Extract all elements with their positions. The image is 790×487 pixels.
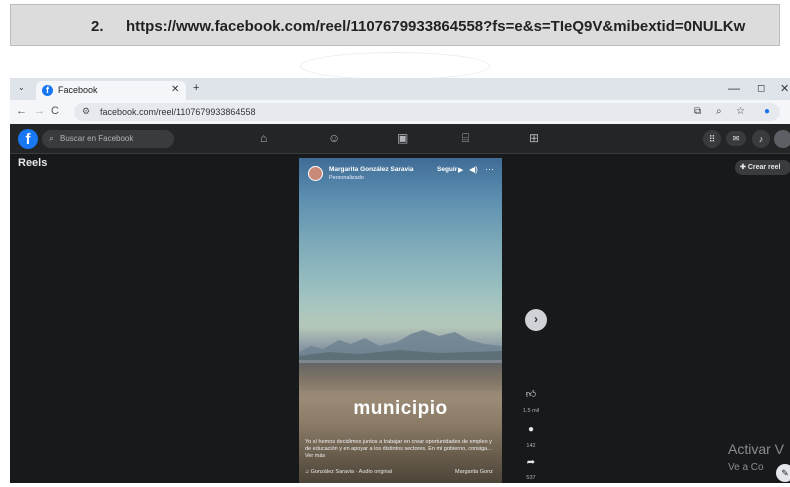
menu-grid-icon[interactable]: ⠿ <box>703 130 721 148</box>
cast-icon[interactable]: ⧉ <box>694 106 701 117</box>
reel-author-avatar[interactable] <box>308 166 323 181</box>
reel-audio[interactable]: ♫ González Saravia · Audio original Marga… <box>305 469 500 475</box>
like-icon[interactable]: 👍︎ <box>522 388 540 402</box>
screenshot-page: 2. https://www.facebook.com/reel/1107679… <box>0 0 790 487</box>
reel-audio-label: González Saravia · Audio original <box>310 469 392 475</box>
windows-activation-title: Activar V <box>728 441 785 457</box>
minimize-button[interactable]: — <box>728 81 740 95</box>
tab-search-button[interactable]: ⌄ <box>18 83 25 92</box>
share-icon[interactable]: ➦ <box>522 457 540 471</box>
reels-heading: Reels <box>18 157 48 169</box>
follow-button[interactable]: Seguir <box>437 166 457 173</box>
site-info-icon[interactable]: ⚙ <box>82 106 90 117</box>
reel-overlay-text: municipio <box>353 398 448 419</box>
reel-caption: Yo sí hemos decidimos juntos a trabajar … <box>305 439 492 460</box>
volume-icon[interactable]: ◀) <box>469 165 478 174</box>
edit-icon[interactable]: ✎ <box>776 464 790 482</box>
comment-icon[interactable]: ● <box>522 424 540 438</box>
new-tab-button[interactable]: + <box>193 82 199 94</box>
caption-number: 2. <box>91 18 104 35</box>
reload-button[interactable]: C <box>51 105 59 117</box>
search-placeholder: Buscar en Facebook <box>60 134 134 143</box>
gaming-icon[interactable]: ⊞ <box>529 131 539 145</box>
browser-window: ⌄ f Facebook ✕ + — ◻ ✕ ← → C ⚙ facebook.… <box>10 78 790 483</box>
mountain-silhouette <box>299 330 502 360</box>
reel-audio-author: Margarita Gonz <box>455 469 493 475</box>
messenger-icon[interactable]: ✉ <box>726 131 746 146</box>
reel-author-name[interactable]: Margarita González Saravia <box>329 166 414 173</box>
tab-facebook[interactable]: f Facebook ✕ <box>36 81 186 100</box>
search-input[interactable]: ⌕ Buscar en Facebook <box>42 130 174 148</box>
comment-count: 142 <box>526 443 536 449</box>
like-count: 1.5 mil <box>522 408 540 414</box>
address-bar[interactable]: ⚙ facebook.com/reel/1107679933864558 ⧉ ⌕… <box>74 103 780 121</box>
caption-box: 2. https://www.facebook.com/reel/1107679… <box>10 4 780 46</box>
profile-icon[interactable]: ● <box>764 106 770 117</box>
video-icon[interactable]: ▣ <box>397 131 408 145</box>
tab-title: Facebook <box>58 85 98 95</box>
zoom-icon[interactable]: ⌕ <box>716 106 722 117</box>
share-count: 537 <box>526 475 536 481</box>
create-reel-label: Crear reel <box>747 164 781 171</box>
search-icon: ⌕ <box>49 133 55 143</box>
tab-close-icon[interactable]: ✕ <box>171 84 179 95</box>
windows-activation-subtitle: Ve a Co <box>728 462 764 473</box>
address-url[interactable]: facebook.com/reel/1107679933864558 <box>100 107 255 117</box>
back-button[interactable]: ← <box>16 105 27 117</box>
more-options-icon[interactable]: ··· <box>485 164 494 174</box>
caption-url: https://www.facebook.com/reel/1107679933… <box>126 18 746 35</box>
reel-video[interactable]: Margarita González Saravia Personalizado… <box>299 158 502 483</box>
tab-bar: ⌄ f Facebook ✕ + — ◻ ✕ <box>10 78 790 100</box>
bookmark-star-icon[interactable]: ☆ <box>736 106 745 117</box>
facebook-icon: f <box>42 85 53 96</box>
facebook-top-bar: f ⌕ Buscar en Facebook ⌂ ☺ ▣ ⌸ ⊞ ⠿ ✉ ♪ <box>10 124 790 154</box>
marketplace-icon[interactable]: ⌸ <box>462 131 469 146</box>
forward-button[interactable]: → <box>34 105 45 117</box>
navigation-bar: ← → C ⚙ facebook.com/reel/11076799338645… <box>10 100 790 124</box>
facebook-logo[interactable]: f <box>18 129 38 149</box>
home-icon[interactable]: ⌂ <box>260 131 267 145</box>
watermark-seal <box>300 52 490 80</box>
bell-icon[interactable]: ♪ <box>752 130 770 148</box>
friends-icon[interactable]: ☺ <box>328 131 340 145</box>
create-reel-button[interactable]: ✚ Crear reel <box>735 160 790 175</box>
maximize-button[interactable]: ◻ <box>757 83 765 94</box>
close-window-button[interactable]: ✕ <box>780 82 789 95</box>
ground-stripe <box>299 363 502 391</box>
avatar[interactable] <box>774 130 790 148</box>
play-icon[interactable]: ▶ <box>458 166 463 174</box>
reel-audience: Personalizado <box>329 175 364 181</box>
next-reel-button[interactable]: › <box>525 309 547 331</box>
